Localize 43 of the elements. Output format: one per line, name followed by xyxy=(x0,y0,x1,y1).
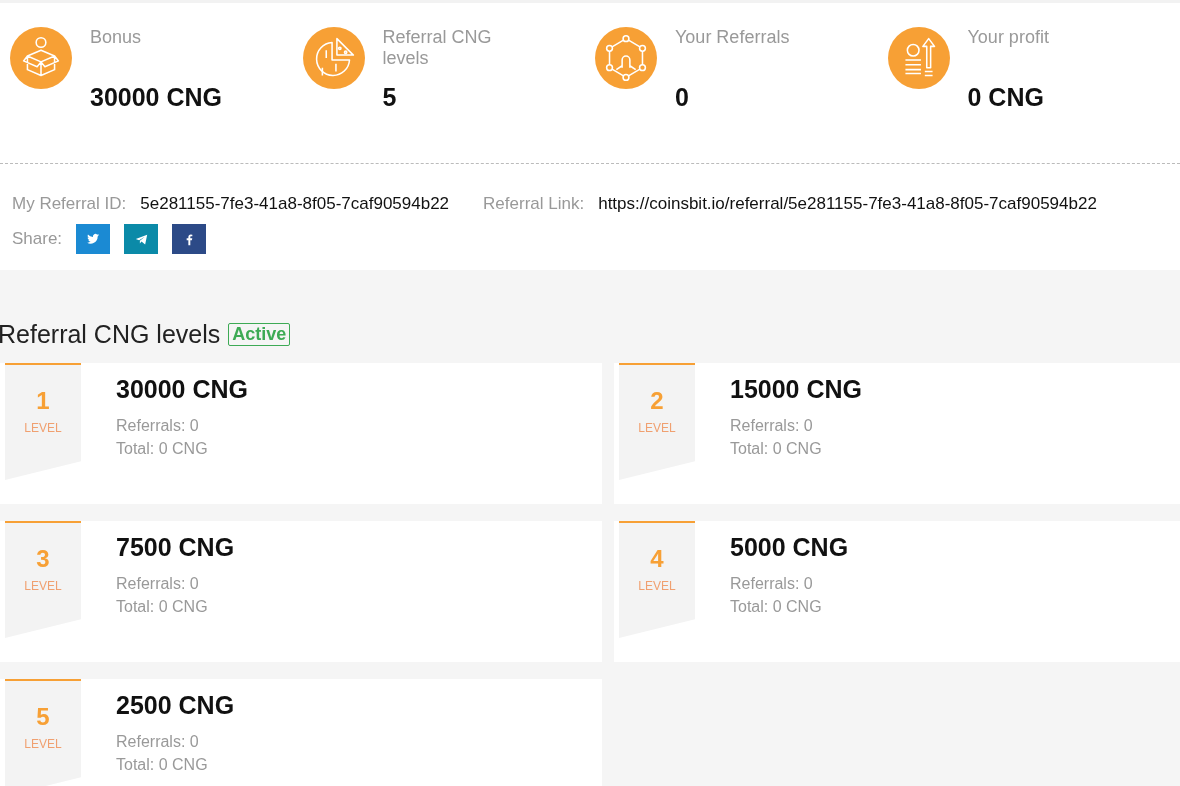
referrals-count: Referrals: 0 xyxy=(730,416,814,436)
referral-id: 5e281155-7fe3-41a8-8f05-7caf90594b22 xyxy=(140,194,450,214)
level-total: Total: 0 CNG xyxy=(730,439,823,459)
gift-box-icon xyxy=(10,27,72,89)
referral-link[interactable]: https://coinsbit.io/referral/5e281155-7fe3-41a8-8f05-7caf90594b22 xyxy=(598,194,1097,214)
level-ribbon: 5 LEVEL xyxy=(5,679,81,786)
referrals-count: Referrals: 0 xyxy=(730,574,814,594)
stat-value: 30000 CNG xyxy=(90,83,224,112)
referrals-count: Referrals: 0 xyxy=(116,574,200,594)
stat-value: 0 xyxy=(675,83,690,112)
level-ribbon: 2 LEVEL xyxy=(619,363,695,480)
network-icon xyxy=(595,27,657,89)
level-total: Total: 0 CNG xyxy=(116,439,209,459)
level-ribbon: 4 LEVEL xyxy=(619,521,695,638)
stat-value: 0 CNG xyxy=(967,83,1045,112)
level-amount: 7500 CNG xyxy=(116,533,235,562)
level-total: Total: 0 CNG xyxy=(116,597,209,617)
stat-label: Your Referrals xyxy=(675,27,791,49)
bird-share-button[interactable] xyxy=(76,224,111,254)
referral-id-label: My Referral ID: xyxy=(12,194,127,214)
status-badge: Active xyxy=(228,323,291,346)
level-amount: 2500 CNG xyxy=(116,691,235,720)
level-amount: 5000 CNG xyxy=(730,533,849,562)
referrals-count: Referrals: 0 xyxy=(116,732,200,752)
pie-chart-icon xyxy=(302,27,365,89)
referral-link-label: Referral Link: xyxy=(483,194,585,214)
level-ribbon: 3 LEVEL xyxy=(5,521,81,638)
level-total: Total: 0 CNG xyxy=(116,755,209,775)
level-total: Total: 0 CNG xyxy=(730,597,823,617)
referrals-count: Referrals: 0 xyxy=(116,416,200,436)
share-label: Share: xyxy=(12,229,63,249)
stat-label: Your profit xyxy=(967,27,1050,49)
paper-plane-icon xyxy=(134,232,148,246)
stat-value: 5 xyxy=(382,83,398,112)
level-ribbon: 1 LEVEL xyxy=(5,363,81,480)
f-share-button[interactable] xyxy=(172,224,207,254)
paper-plane-share-button[interactable] xyxy=(124,224,159,254)
stat-label: Bonus xyxy=(90,27,143,49)
level-amount: 30000 CNG xyxy=(116,375,249,404)
section-title: Referral CNG levels xyxy=(0,320,221,349)
bird-icon xyxy=(86,232,101,246)
stat-label: Referral CNG levels xyxy=(382,27,493,70)
level-amount: 15000 CNG xyxy=(730,375,863,404)
